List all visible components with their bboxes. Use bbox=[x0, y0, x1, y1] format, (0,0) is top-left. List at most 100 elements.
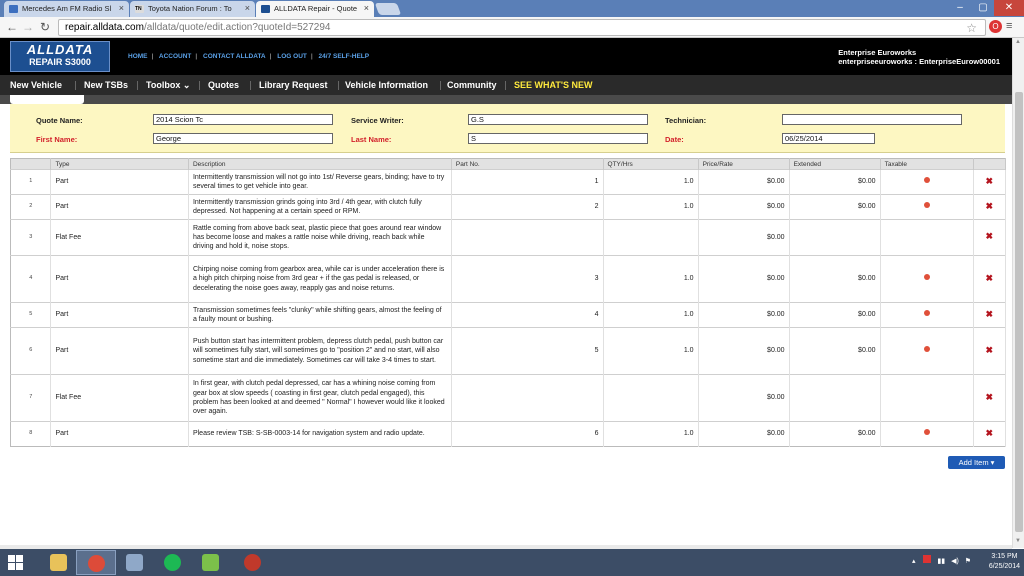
technician-input[interactable] bbox=[782, 114, 962, 125]
delete-row-icon[interactable]: ✖ bbox=[986, 392, 994, 402]
taskbar-calculator-button[interactable] bbox=[114, 550, 154, 575]
taskbar-spotify-button[interactable] bbox=[152, 550, 192, 575]
browser-toolbar: ← → ↻ repair.alldata.com/alldata/quote/e… bbox=[0, 17, 1024, 38]
back-arrow-icon[interactable]: ← bbox=[6, 20, 18, 34]
col-header-price: Price/Rate bbox=[698, 158, 790, 170]
address-bar[interactable]: repair.alldata.com/alldata/quote/edit.ac… bbox=[58, 19, 986, 36]
flag-icon[interactable]: ⚑ bbox=[965, 558, 971, 565]
last-name-input[interactable] bbox=[468, 133, 648, 144]
reload-icon[interactable]: ↻ bbox=[40, 20, 50, 34]
nav-toolbox[interactable]: Toolbox ⌄ bbox=[146, 80, 190, 91]
taxable-status-icon[interactable] bbox=[923, 310, 930, 317]
tray-app-icon[interactable] bbox=[923, 555, 932, 563]
delete-row-icon[interactable]: ✖ bbox=[986, 309, 994, 319]
add-item-button[interactable]: Add Item ▾ bbox=[948, 456, 1005, 469]
contact-link[interactable]: CONTACT ALLDATA bbox=[203, 53, 266, 60]
table-row: 2 Part Intermittently transmission grinds … bbox=[10, 194, 1007, 220]
delete-row-icon[interactable]: ✖ bbox=[986, 273, 994, 283]
delete-row-icon[interactable]: ✖ bbox=[986, 231, 994, 241]
nav-new-tsbs[interactable]: New TSBs bbox=[84, 80, 128, 90]
row-type: Flat Fee bbox=[50, 374, 189, 422]
tray-expand-icon[interactable]: ▴ bbox=[912, 558, 916, 565]
row-taxable bbox=[880, 169, 974, 195]
volume-icon[interactable]: ◀) bbox=[951, 558, 959, 565]
delete-row-icon[interactable]: ✖ bbox=[986, 428, 994, 438]
row-taxable bbox=[880, 374, 974, 422]
windows-start-icon[interactable] bbox=[8, 555, 24, 570]
row-type: Part bbox=[50, 421, 189, 447]
nav-quotes[interactable]: Quotes bbox=[208, 80, 239, 90]
account-link[interactable]: ACCOUNT bbox=[159, 53, 192, 60]
network-icon[interactable]: ▮▮ bbox=[937, 558, 945, 565]
new-tab-button[interactable] bbox=[374, 3, 402, 15]
row-number: 4 bbox=[10, 255, 52, 303]
browser-tab[interactable]: TN Toyota Nation Forum : To × bbox=[130, 1, 255, 17]
row-description: Push button start has intermittent probl… bbox=[188, 327, 452, 375]
first-name-label: First Name: bbox=[36, 135, 78, 144]
scroll-up-arrow-icon[interactable]: ▲ bbox=[1015, 39, 1021, 45]
account-name: Enterprise Euroworks bbox=[838, 48, 917, 57]
tab-close-icon[interactable]: × bbox=[245, 3, 250, 13]
nav-see-whats-new[interactable]: SEE WHAT'S NEW bbox=[514, 80, 592, 90]
technician-label: Technician: bbox=[665, 116, 707, 125]
nav-library-request[interactable]: Library Request bbox=[259, 80, 328, 90]
taskbar-game-button[interactable] bbox=[190, 550, 230, 575]
row-taxable bbox=[880, 219, 974, 256]
taskbar-file-explorer-button[interactable] bbox=[38, 550, 78, 575]
table-body: 1 Part Intermittently transmission will no… bbox=[10, 169, 1007, 447]
delete-row-icon[interactable]: ✖ bbox=[986, 176, 994, 186]
taxable-status-icon[interactable] bbox=[923, 429, 930, 436]
clock-date: 6/25/2014 bbox=[988, 563, 1020, 570]
scroll-down-arrow-icon[interactable]: ▼ bbox=[1015, 538, 1021, 544]
taxable-status-icon[interactable] bbox=[923, 177, 930, 184]
self-help-link[interactable]: 24/7 SELF-HELP bbox=[319, 53, 370, 60]
browser-tab[interactable]: Mercedes Am FM Radio Sl × bbox=[4, 1, 129, 17]
browser-tab-active[interactable]: ALLDATA Repair - Quote × bbox=[256, 1, 374, 17]
row-number: 1 bbox=[10, 169, 52, 195]
taxable-status-icon[interactable] bbox=[923, 346, 930, 353]
col-header-description: Description bbox=[188, 158, 452, 170]
home-link[interactable]: HOME bbox=[128, 53, 148, 60]
quote-items-table: Type Description Part No. QTY/Hrs Price/… bbox=[10, 158, 1007, 447]
nav-new-vehicle[interactable]: New Vehicle bbox=[10, 80, 62, 90]
windows-taskbar: ▴ ▮▮ ◀) ⚑ 3:15 PM 6/25/2014 bbox=[0, 549, 1024, 576]
minimize-window-button[interactable]: – bbox=[948, 0, 972, 16]
row-type: Part bbox=[50, 327, 189, 375]
row-qty: 1.0 bbox=[603, 255, 699, 303]
row-extended bbox=[789, 219, 881, 256]
logout-link[interactable]: LOG OUT bbox=[277, 53, 307, 60]
row-type: Part bbox=[50, 194, 189, 220]
row-taxable bbox=[880, 327, 974, 375]
account-info: Enterprise Euroworks enterpriseeuroworks… bbox=[838, 48, 1000, 66]
row-type: Part bbox=[50, 169, 189, 195]
date-input[interactable] bbox=[782, 133, 875, 144]
row-taxable bbox=[880, 255, 974, 303]
taskbar-recorder-button[interactable] bbox=[232, 550, 272, 575]
delete-row-icon[interactable]: ✖ bbox=[986, 201, 994, 211]
taxable-status-icon[interactable] bbox=[923, 274, 930, 281]
quote-name-input[interactable] bbox=[153, 114, 333, 125]
taxable-status-icon[interactable] bbox=[923, 202, 930, 209]
alldata-logo[interactable]: ALLDATA REPAIR S3000 bbox=[10, 41, 110, 72]
taskbar-clock[interactable]: 3:15 PM 6/25/2014 bbox=[989, 552, 1020, 572]
extension-icon[interactable]: O bbox=[989, 20, 1002, 33]
calculator-icon bbox=[125, 554, 143, 571]
service-writer-input[interactable] bbox=[468, 114, 648, 125]
row-price: $0.00 bbox=[698, 327, 790, 375]
nav-vehicle-information[interactable]: Vehicle Information bbox=[345, 80, 428, 90]
bookmark-star-icon[interactable]: ☆ bbox=[966, 21, 977, 35]
taskbar-chrome-button[interactable] bbox=[76, 550, 116, 575]
page-scrollbar[interactable]: ▲ ▼ bbox=[1012, 38, 1024, 548]
tab-close-icon[interactable]: × bbox=[364, 3, 369, 13]
row-part-no bbox=[451, 374, 604, 422]
delete-row-icon[interactable]: ✖ bbox=[986, 345, 994, 355]
row-qty: 1.0 bbox=[603, 421, 699, 447]
nav-community[interactable]: Community bbox=[447, 80, 497, 90]
close-window-button[interactable]: ✕ bbox=[994, 0, 1024, 16]
first-name-input[interactable] bbox=[153, 133, 333, 144]
scrollbar-thumb[interactable] bbox=[1015, 92, 1023, 532]
tab-close-icon[interactable]: × bbox=[119, 3, 124, 13]
maximize-window-button[interactable]: ▢ bbox=[972, 0, 994, 16]
forward-arrow-icon[interactable]: → bbox=[22, 20, 34, 34]
chrome-menu-icon[interactable]: ≡ bbox=[1006, 20, 1018, 32]
